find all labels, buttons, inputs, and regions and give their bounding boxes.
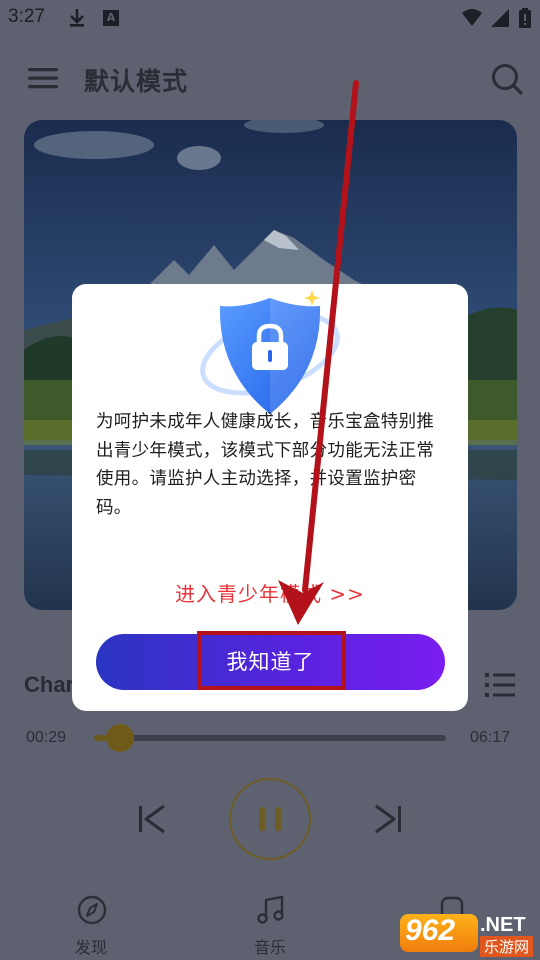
skip-next-icon[interactable] [373, 803, 403, 835]
a-notification-icon: A [103, 10, 119, 26]
progress-thumb[interactable] [106, 724, 134, 752]
song-title: Char [24, 672, 75, 697]
annotation-highlight-box [197, 631, 346, 690]
wifi-icon [462, 9, 482, 26]
hamburger-menu-icon[interactable] [28, 66, 58, 90]
music-note-icon [257, 895, 284, 924]
time-total: 06:17 [470, 729, 511, 746]
download-icon [70, 9, 84, 27]
dialog-message: 为呵护未成年人健康成长，音乐宝盒特别推出青少年模式，该模式下部分功能无法正常使用… [96, 412, 435, 518]
nav-label-discover: 发现 [74, 938, 107, 957]
search-icon[interactable] [490, 62, 524, 96]
progress-track[interactable] [94, 735, 446, 741]
watermark-number: 962 [405, 914, 456, 947]
enter-teen-mode-link[interactable]: 进入青少年模式 >> [72, 578, 468, 607]
pause-icon [259, 807, 281, 831]
skip-previous-icon[interactable] [137, 803, 167, 835]
time-elapsed: 00:29 [26, 729, 67, 746]
status-time: 3:27 [8, 6, 45, 27]
nav-item-music[interactable]: 音乐 [225, 892, 315, 958]
page-title: 默认模式 [84, 67, 189, 96]
shield-lock-icon [200, 290, 340, 414]
watermark-logo: 962 .NET 乐游网 [400, 910, 536, 957]
playlist-icon[interactable] [485, 671, 515, 699]
battery-icon [519, 8, 531, 28]
nav-label-music: 音乐 [253, 938, 286, 957]
compass-icon [77, 895, 107, 925]
watermark-suffix: .NET [480, 914, 526, 936]
status-bar: 3:27 A [0, 0, 540, 36]
signal-icon [491, 9, 509, 27]
watermark-site: 乐游网 [480, 936, 534, 957]
nav-item-discover[interactable]: 发现 [46, 892, 136, 958]
pause-button[interactable] [229, 778, 311, 860]
